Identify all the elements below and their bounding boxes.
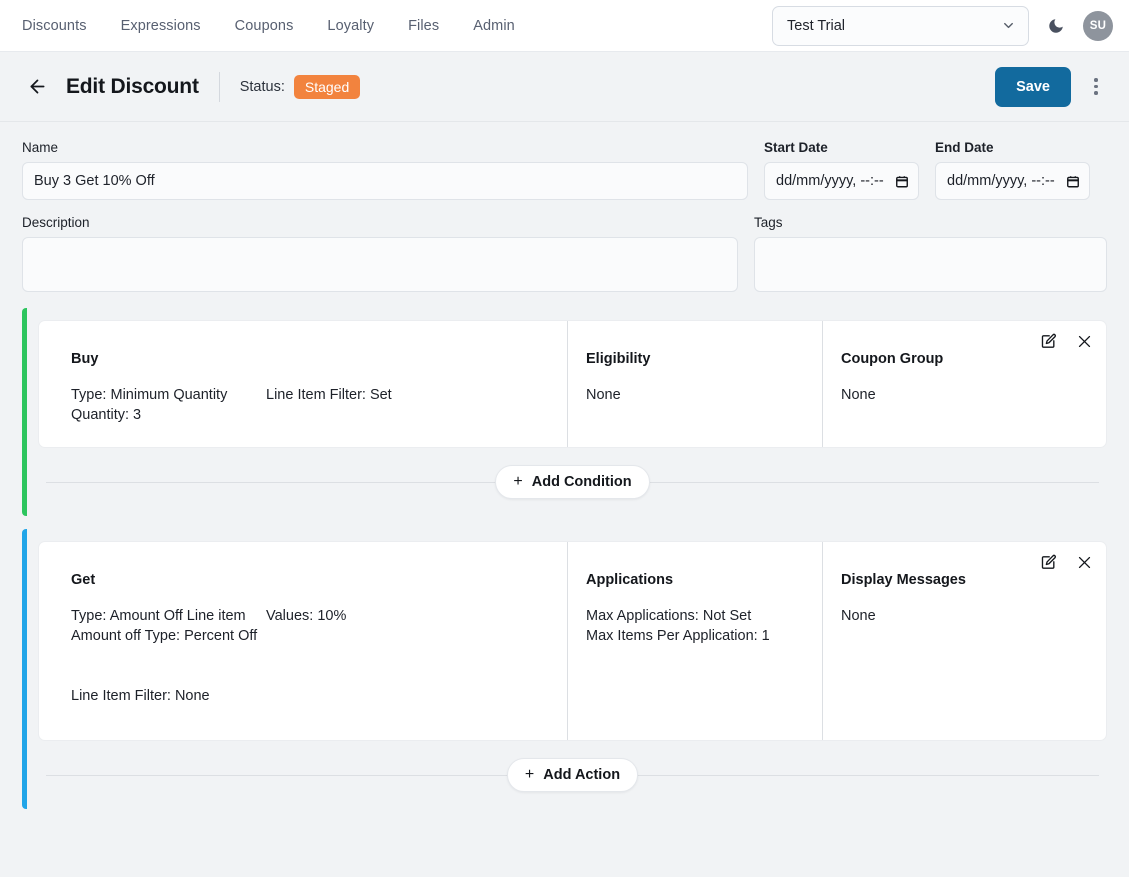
header-divider <box>219 72 220 102</box>
max-applications: Max Applications: Not Set <box>586 606 822 626</box>
description-field-group: Description <box>22 215 738 292</box>
eligibility-value: None <box>586 385 822 405</box>
nav-right-group: Test Trial SU <box>772 6 1113 46</box>
start-date-field-group: Start Date dd/mm/yyyy, --:-- <box>764 140 919 200</box>
calendar-icon[interactable] <box>895 174 909 189</box>
end-date-value: dd/mm/yyyy, --:-- <box>947 173 1055 189</box>
action-main-spacer <box>71 646 567 686</box>
action-main-right: Values: 10% <box>266 606 346 646</box>
edit-pencil-icon[interactable] <box>1038 552 1058 572</box>
chevron-down-icon <box>1001 18 1016 33</box>
display-messages-value: None <box>841 606 1094 626</box>
condition-block: Buy Type: Minimum Quantity Quantity: 3 L… <box>22 308 1118 516</box>
nav-item-coupons[interactable]: Coupons <box>235 18 294 34</box>
end-date-label: End Date <box>935 140 1090 155</box>
status-label: Status: <box>240 79 285 95</box>
condition-main-right: Line Item Filter: Set <box>266 385 392 425</box>
top-navigation-bar: Discounts Expressions Coupons Loyalty Fi… <box>0 0 1129 52</box>
add-action-label: Add Action <box>543 767 620 783</box>
add-condition-button[interactable]: + Add Condition <box>495 465 649 499</box>
close-icon[interactable] <box>1074 331 1094 351</box>
add-condition-label: Add Condition <box>532 474 632 490</box>
condition-quantity: Quantity: 3 <box>71 405 266 425</box>
more-vertical-icon[interactable] <box>1079 70 1113 104</box>
tags-field-group: Tags <box>754 215 1107 292</box>
action-line-item-filter: Line Item Filter: None <box>71 686 567 706</box>
action-main-left: Type: Amount Off Line item Amount off Ty… <box>71 606 266 646</box>
condition-eligibility-column: Eligibility None <box>567 321 822 447</box>
kebab-dot <box>1094 78 1098 82</box>
condition-type: Type: Minimum Quantity <box>71 385 266 405</box>
description-input[interactable] <box>22 237 738 292</box>
edit-pencil-icon[interactable] <box>1038 331 1058 351</box>
condition-main-title: Buy <box>71 351 567 367</box>
kebab-dot <box>1094 85 1098 89</box>
tenant-select-value: Test Trial <box>787 18 845 34</box>
page-header: Edit Discount Status: Staged Save <box>0 52 1129 122</box>
max-items-per-application: Max Items Per Application: 1 <box>586 626 822 646</box>
status-badge: Staged <box>294 75 360 99</box>
discount-form: Name Start Date dd/mm/yyyy, --:-- End Da… <box>0 122 1129 308</box>
action-main-values: Type: Amount Off Line item Amount off Ty… <box>71 606 567 646</box>
app-page: Discounts Expressions Coupons Loyalty Fi… <box>0 0 1129 877</box>
coupon-group-value: None <box>841 385 1094 405</box>
action-card-actions <box>1038 552 1094 572</box>
name-input[interactable] <box>22 162 748 200</box>
name-label: Name <box>22 140 748 155</box>
nav-item-files[interactable]: Files <box>408 18 439 34</box>
name-field-group: Name <box>22 140 748 200</box>
coupon-group-title: Coupon Group <box>841 351 1094 367</box>
add-action-button[interactable]: + Add Action <box>507 758 638 792</box>
start-date-value: dd/mm/yyyy, --:-- <box>776 173 884 189</box>
plus-icon: + <box>513 474 522 490</box>
action-type: Type: Amount Off Line item <box>71 606 266 626</box>
tags-label: Tags <box>754 215 1107 230</box>
calendar-icon[interactable] <box>1066 174 1080 189</box>
action-main-title: Get <box>71 572 567 588</box>
condition-line-item-filter: Line Item Filter: Set <box>266 385 392 405</box>
nav-items: Discounts Expressions Coupons Loyalty Fi… <box>22 18 515 34</box>
nav-item-loyalty[interactable]: Loyalty <box>327 18 374 34</box>
condition-card: Buy Type: Minimum Quantity Quantity: 3 L… <box>38 320 1107 448</box>
avatar[interactable]: SU <box>1083 11 1113 41</box>
add-condition-row: + Add Condition <box>38 459 1107 505</box>
start-date-input[interactable]: dd/mm/yyyy, --:-- <box>764 162 919 200</box>
close-icon[interactable] <box>1074 552 1094 572</box>
applications-title: Applications <box>586 572 822 588</box>
action-applications-column: Applications Max Applications: Not Set M… <box>567 542 822 740</box>
condition-main-values: Type: Minimum Quantity Quantity: 3 Line … <box>71 385 567 425</box>
save-button[interactable]: Save <box>995 67 1071 107</box>
condition-card-actions <box>1038 331 1094 351</box>
nav-item-discounts[interactable]: Discounts <box>22 18 87 34</box>
kebab-dot <box>1094 91 1098 95</box>
add-action-row: + Add Action <box>38 752 1107 798</box>
action-main-column: Get Type: Amount Off Line item Amount of… <box>39 542 567 740</box>
end-date-input[interactable]: dd/mm/yyyy, --:-- <box>935 162 1090 200</box>
arrow-left-icon[interactable] <box>22 72 52 102</box>
action-values: Values: 10% <box>266 606 346 626</box>
plus-icon: + <box>525 767 534 783</box>
action-block: Get Type: Amount Off Line item Amount of… <box>22 529 1118 809</box>
form-row-2: Description Tags <box>22 215 1107 292</box>
nav-item-expressions[interactable]: Expressions <box>121 18 201 34</box>
end-date-field-group: End Date dd/mm/yyyy, --:-- <box>935 140 1090 200</box>
condition-main-left: Type: Minimum Quantity Quantity: 3 <box>71 385 266 425</box>
action-amount-off-type: Amount off Type: Percent Off <box>71 626 266 646</box>
condition-main-column: Buy Type: Minimum Quantity Quantity: 3 L… <box>39 321 567 447</box>
description-label: Description <box>22 215 738 230</box>
display-messages-title: Display Messages <box>841 572 1094 588</box>
nav-item-admin[interactable]: Admin <box>473 18 515 34</box>
tags-input[interactable] <box>754 237 1107 292</box>
page-title: Edit Discount <box>66 75 199 99</box>
header-actions: Save <box>995 67 1113 107</box>
start-date-label: Start Date <box>764 140 919 155</box>
moon-icon[interactable] <box>1043 13 1069 39</box>
tenant-select[interactable]: Test Trial <box>772 6 1029 46</box>
form-row-1: Name Start Date dd/mm/yyyy, --:-- End Da… <box>22 140 1107 200</box>
action-card: Get Type: Amount Off Line item Amount of… <box>38 541 1107 741</box>
eligibility-title: Eligibility <box>586 351 822 367</box>
